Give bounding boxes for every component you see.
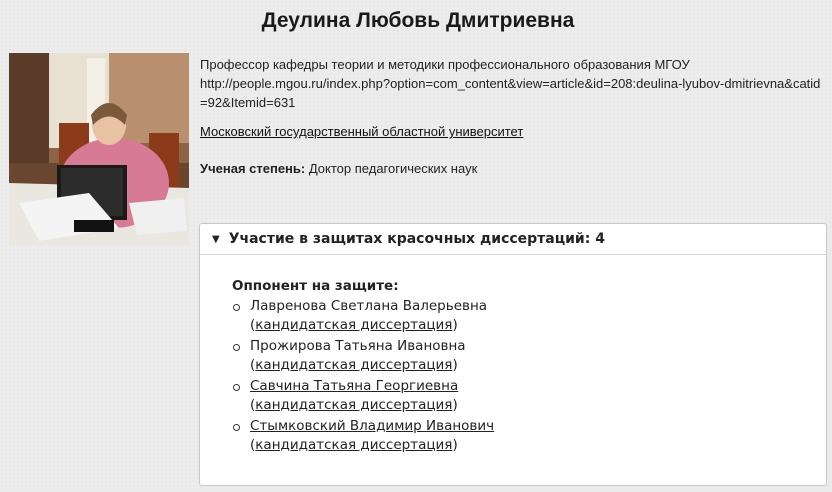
- panel-header-label: Участие в защитах красочных диссертаций:…: [228, 231, 605, 247]
- dissertation-link[interactable]: кандидатская диссертация: [255, 397, 452, 413]
- profile-url: http://people.mgou.ru/index.php?option=c…: [200, 76, 821, 110]
- dissertation-link[interactable]: кандидатская диссертация: [255, 317, 452, 333]
- panel-header-toggle[interactable]: ▼ Участие в защитах красочных диссертаций…: [200, 224, 826, 255]
- paren-close: ): [452, 437, 458, 453]
- panel-body: Оппонент на защите: Лавренова Светлана В…: [200, 255, 826, 456]
- opponent-subheading: Оппонент на защите:: [232, 278, 399, 294]
- dissertation-link[interactable]: кандидатская диссертация: [255, 357, 452, 373]
- profile-photo: [9, 53, 189, 245]
- profile-position: Профессор кафедры теории и методики проф…: [200, 57, 690, 72]
- paren-close: ): [452, 317, 458, 333]
- list-item: Прожирова Татьяна Ивановна (кандидатская …: [233, 337, 826, 376]
- organization-link[interactable]: Московский государственный областной уни…: [200, 124, 523, 139]
- opponent-name-link[interactable]: Стымковский Владимир Иванович: [250, 418, 494, 434]
- paren-close: ): [452, 357, 458, 373]
- opponent-list: Лавренова Светлана Валерьевна (кандидатск…: [232, 297, 826, 456]
- list-item: Стымковский Владимир Иванович (кандидатск…: [233, 417, 826, 456]
- triangle-down-icon: ▼: [212, 234, 220, 245]
- profile-degree: Ученая степень: Доктор педагогических на…: [200, 159, 825, 178]
- paren-close: ): [452, 397, 458, 413]
- degree-label: Ученая степень:: [200, 161, 306, 176]
- profile-info: Профессор кафедры теории и методики проф…: [200, 55, 825, 178]
- profile-photo-image: [9, 53, 189, 245]
- page-title: Деулина Любовь Дмитриевна: [261, 9, 575, 32]
- list-item: Савчина Татьяна Георгиевна (кандидатская …: [233, 377, 826, 416]
- opponent-name: Прожирова Татьяна Ивановна: [250, 337, 466, 354]
- dissertation-link[interactable]: кандидатская диссертация: [255, 437, 452, 453]
- opponent-name: Лавренова Светлана Валерьевна: [250, 297, 488, 314]
- opponent-name-link[interactable]: Савчина Татьяна Георгиевна: [250, 378, 458, 394]
- defense-participation-panel: ▼ Участие в защитах красочных диссертаций…: [199, 223, 827, 486]
- degree-value: Доктор педагогических наук: [308, 161, 478, 176]
- list-item: Лавренова Светлана Валерьевна (кандидатск…: [233, 297, 826, 336]
